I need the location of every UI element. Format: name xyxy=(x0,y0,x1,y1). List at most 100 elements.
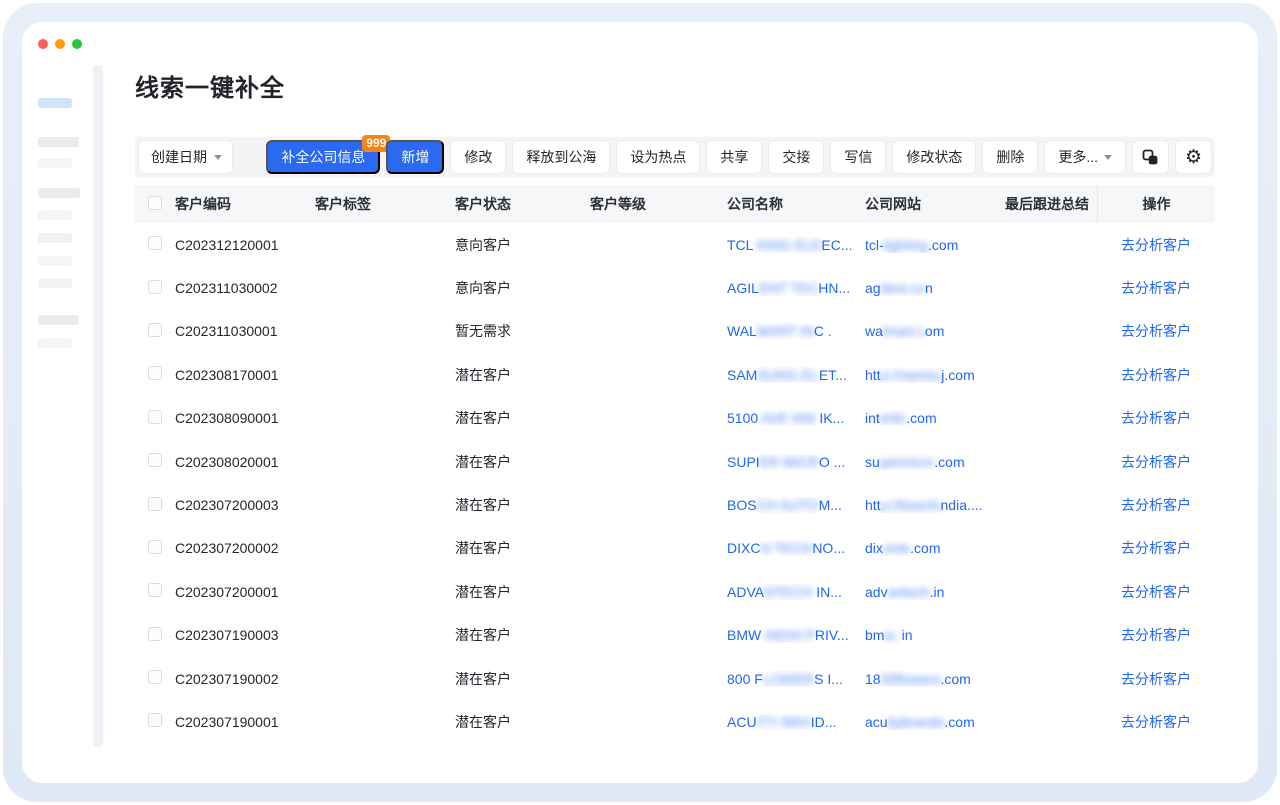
company-name-cell[interactable]: SAMSUNG ELET... xyxy=(727,367,865,383)
company-website-cell[interactable]: agilent.con xyxy=(865,280,1005,296)
sidebar-skeleton-bar xyxy=(38,98,72,108)
analyze-customer-link[interactable]: 去分析客户 xyxy=(1121,625,1191,645)
column-header-客户状态: 客户状态 xyxy=(455,194,590,214)
toolbar-button-共享[interactable]: 共享 xyxy=(706,140,762,174)
company-name-cell[interactable]: 800 FLOWERS I... xyxy=(727,671,865,687)
toolbar-button-写信[interactable]: 写信 xyxy=(830,140,886,174)
visible-text: ADVA xyxy=(727,584,764,600)
toolbar-button-修改状态[interactable]: 修改状态 xyxy=(892,140,976,174)
close-window-icon[interactable] xyxy=(38,39,48,49)
row-checkbox[interactable] xyxy=(148,583,162,597)
analyze-customer-link[interactable]: 去分析客户 xyxy=(1121,495,1191,515)
company-name-cell[interactable]: BMW INDIA PRIV... xyxy=(727,627,865,643)
toolbar-button-交接[interactable]: 交接 xyxy=(768,140,824,174)
company-website-cell[interactable]: supermicro.com xyxy=(865,454,1005,470)
analyze-customer-link[interactable]: 去分析客户 xyxy=(1121,538,1191,558)
company-website-cell[interactable]: http://boschindia.... xyxy=(865,497,1005,513)
zoom-window-icon[interactable] xyxy=(72,39,82,49)
analyze-customer-link[interactable]: 去分析客户 xyxy=(1121,278,1191,298)
visible-text: tcl- xyxy=(865,237,884,253)
visible-text: 18 xyxy=(865,671,881,687)
sidebar-skeleton-bar xyxy=(38,158,72,168)
customer-code-cell: C202308170001 xyxy=(175,367,315,383)
company-name-cell[interactable]: BOSCH AUTOM... xyxy=(727,497,865,513)
customer-status-cell: 潜在客户 xyxy=(455,452,590,472)
row-checkbox-cell xyxy=(135,583,175,600)
analyze-customer-link[interactable]: 去分析客户 xyxy=(1121,582,1191,602)
customer-code-cell: C202308090001 xyxy=(175,410,315,426)
row-checkbox[interactable] xyxy=(148,713,162,727)
analyze-customer-link[interactable]: 去分析客户 xyxy=(1121,321,1191,341)
company-website-cell[interactable]: advantech.in xyxy=(865,584,1005,600)
toolbar-button-修改[interactable]: 修改 xyxy=(450,140,506,174)
row-checkbox[interactable] xyxy=(148,236,162,250)
actions-cell: 去分析客户 xyxy=(1097,538,1215,558)
company-website-cell[interactable]: bmw. in xyxy=(865,627,1005,643)
visible-text: EC... xyxy=(821,237,852,253)
company-name-cell[interactable]: AGILENT TECHN... xyxy=(727,280,865,296)
redacted-text: erlin xyxy=(880,410,906,426)
table-row: C202307200002潜在客户DIXCN TECHNO...dixonte.… xyxy=(135,527,1215,570)
company-website-cell[interactable]: acuitybrands.com xyxy=(865,714,1005,730)
column-header-客户标签: 客户标签 xyxy=(315,194,455,214)
row-checkbox[interactable] xyxy=(148,627,162,641)
company-website-cell[interactable]: http://samsuj.com xyxy=(865,367,1005,383)
redacted-text: permicro xyxy=(880,454,934,470)
toolbar-button-释放到公海[interactable]: 释放到公海 xyxy=(512,140,610,174)
company-name-cell[interactable]: DIXCN TECHNO... xyxy=(727,540,865,556)
customer-code-cell: C202308020001 xyxy=(175,454,315,470)
minimize-window-icon[interactable] xyxy=(55,39,65,49)
analyze-customer-link[interactable]: 去分析客户 xyxy=(1121,365,1191,385)
customer-code-cell: C202307190003 xyxy=(175,627,315,643)
analyze-customer-link[interactable]: 去分析客户 xyxy=(1121,408,1191,428)
actions-cell: 去分析客户 xyxy=(1097,321,1215,341)
analyze-customer-link[interactable]: 去分析客户 xyxy=(1121,712,1191,732)
row-checkbox[interactable] xyxy=(148,540,162,554)
row-checkbox[interactable] xyxy=(148,497,162,511)
company-website-cell[interactable]: tcl-lighting.com xyxy=(865,237,1005,253)
visible-text: SUPI xyxy=(727,454,760,470)
company-name-cell[interactable]: 5100 AVE NW IK... xyxy=(727,410,865,426)
company-website-cell[interactable]: walmart.com xyxy=(865,323,1005,339)
toolbar-button-设为热点[interactable]: 设为热点 xyxy=(616,140,700,174)
customer-status-cell: 潜在客户 xyxy=(455,582,590,602)
row-checkbox[interactable] xyxy=(148,280,162,294)
company-name-cell[interactable]: SUPIER MICRO ... xyxy=(727,454,865,470)
analyze-customer-link[interactable]: 去分析客户 xyxy=(1121,235,1191,255)
company-website-cell[interactable]: interlin.com xyxy=(865,410,1005,426)
row-checkbox-cell xyxy=(135,627,175,644)
browser-window-frame: 线索一键补全 创建日期 补全公司信息 999 新增 修改释放到公海设为热点共享交… xyxy=(3,3,1277,802)
add-button[interactable]: 新增 xyxy=(386,140,444,174)
customer-status-cell: 潜在客户 xyxy=(455,408,590,428)
table-row: C202308020001 潜在客户 SUPIER MICRO ...supermi… xyxy=(135,440,1215,483)
redacted-text: ENT TEC xyxy=(759,280,818,296)
row-checkbox[interactable] xyxy=(148,366,162,380)
visible-text: ET... xyxy=(819,367,847,383)
select-all-checkbox[interactable] xyxy=(148,196,162,210)
company-website-cell[interactable]: dixonte.com xyxy=(865,540,1005,556)
analyze-customer-link[interactable]: 去分析客户 xyxy=(1121,669,1191,689)
visible-text: dix xyxy=(865,540,883,556)
row-checkbox[interactable] xyxy=(148,670,162,684)
complete-company-info-button[interactable]: 补全公司信息 999 xyxy=(266,140,380,174)
visible-text: .com xyxy=(934,454,964,470)
table-row: C202307200001潜在客户ADVANTECH IN...advantec… xyxy=(135,570,1215,613)
row-checkbox[interactable] xyxy=(148,453,162,467)
company-website-cell[interactable]: 1800flowers.com xyxy=(865,671,1005,687)
redacted-text: KING ELE xyxy=(757,237,822,253)
row-checkbox[interactable] xyxy=(148,323,162,337)
sync-button[interactable] xyxy=(1132,140,1169,174)
company-name-cell[interactable]: ADVANTECH IN... xyxy=(727,584,865,600)
row-checkbox[interactable] xyxy=(148,410,162,424)
toolbar-button-删除[interactable]: 删除 xyxy=(982,140,1038,174)
analyze-customer-link[interactable]: 去分析客户 xyxy=(1121,452,1191,472)
table-row: C202311030001暂无需求WALMART INC .walmart.co… xyxy=(135,310,1215,353)
company-name-cell[interactable]: ACUITY BRAID... xyxy=(727,714,865,730)
date-filter-select[interactable]: 创建日期 xyxy=(138,140,233,174)
company-name-cell[interactable]: WALMART INC . xyxy=(727,323,865,339)
company-name-cell[interactable]: TCL KING ELEEC... xyxy=(727,237,865,253)
visible-text: ndia.... xyxy=(941,497,983,513)
settings-button[interactable]: ⚙ xyxy=(1175,140,1212,174)
table-row: C202311030002意向客户AGILENT TECHN...agilent… xyxy=(135,266,1215,309)
more-button[interactable]: 更多... xyxy=(1044,140,1126,174)
